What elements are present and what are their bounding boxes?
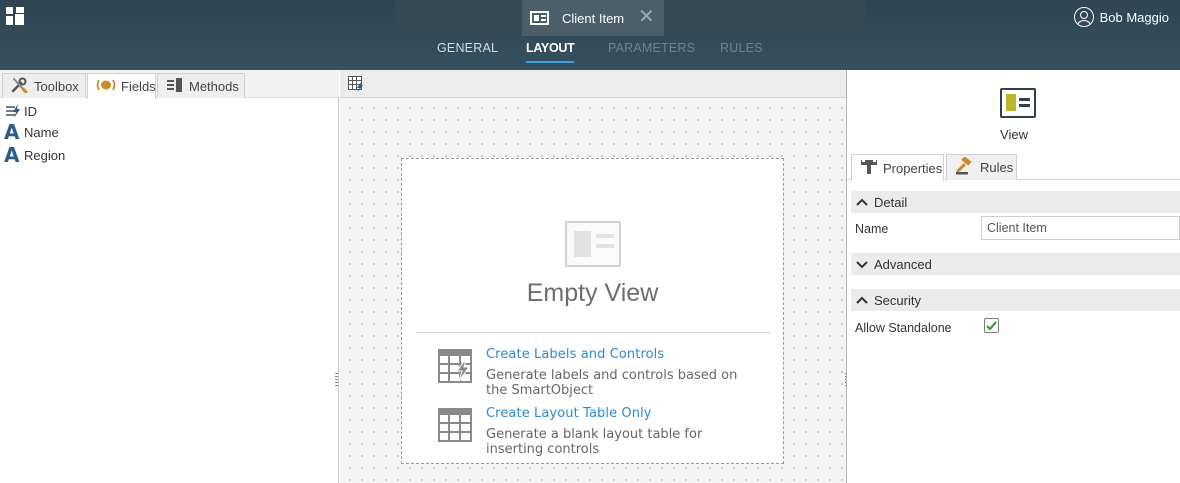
autonumber-icon bbox=[4, 103, 24, 119]
divider bbox=[416, 332, 771, 333]
properties-panel: View Properties Rules Detail Name Advanc… bbox=[846, 70, 1180, 483]
user-menu[interactable]: Bob Maggio bbox=[1073, 6, 1169, 28]
left-panel-tabs: Toolbox Fields Methods bbox=[0, 70, 339, 99]
close-icon[interactable]: ✕ bbox=[638, 7, 655, 27]
tab-methods[interactable]: Methods bbox=[157, 73, 245, 98]
panel-resize-handle[interactable] bbox=[335, 373, 338, 387]
left-panel: Toolbox Fields Methods ID A Name A Regio… bbox=[0, 70, 339, 483]
section-security[interactable]: Security bbox=[851, 289, 1180, 311]
create-layout-table-link[interactable]: Create Layout Table Only bbox=[486, 406, 652, 421]
tab-properties[interactable]: Properties bbox=[851, 154, 944, 181]
checkmark-icon bbox=[986, 321, 997, 331]
option-description: Generate a blank layout table for insert… bbox=[486, 427, 703, 457]
layout-table-icon[interactable] bbox=[348, 76, 364, 95]
allow-standalone-checkbox[interactable] bbox=[984, 318, 999, 333]
view-type-icon bbox=[1000, 88, 1036, 118]
allow-standalone-label: Allow Standalone bbox=[855, 321, 952, 335]
empty-view-card: Empty View Create Labels and Controls Ge… bbox=[401, 158, 784, 464]
top-bar: Client Item ✕ Bob Maggio GENERAL LAYOUT … bbox=[0, 0, 1180, 70]
name-field[interactable] bbox=[981, 216, 1180, 240]
section-detail-label: Detail bbox=[874, 194, 908, 210]
table-grid-icon bbox=[438, 408, 472, 442]
field-label: Name bbox=[24, 124, 59, 140]
create-labels-and-controls-option[interactable]: Create Labels and Controls Generate labe… bbox=[438, 347, 768, 398]
create-layout-table-option[interactable]: Create Layout Table Only Generate a blan… bbox=[438, 406, 768, 457]
methods-icon bbox=[166, 77, 184, 96]
user-avatar-icon bbox=[1073, 7, 1094, 27]
tab-rules[interactable]: RULES bbox=[720, 41, 763, 55]
field-label: Region bbox=[24, 147, 66, 163]
tab-methods-label: Methods bbox=[189, 78, 239, 94]
section-detail[interactable]: Detail bbox=[851, 191, 1180, 213]
text-field-icon: A bbox=[4, 120, 20, 144]
document-tab-title: Client Item bbox=[562, 10, 625, 26]
option-description: Generate labels and controls based on th… bbox=[486, 368, 738, 398]
field-item-name[interactable]: A Name bbox=[4, 122, 59, 142]
table-lightning-icon bbox=[438, 349, 472, 383]
properties-panel-tabs: Properties Rules bbox=[847, 154, 1180, 181]
tab-rules-panel-label: Rules bbox=[980, 160, 1014, 175]
section-advanced[interactable]: Advanced bbox=[851, 253, 1180, 275]
view-icon bbox=[530, 11, 549, 25]
wrench-screwdriver-icon bbox=[11, 77, 29, 96]
object-type-label: View bbox=[1000, 127, 1028, 142]
field-label: ID bbox=[24, 103, 37, 119]
document-tab[interactable]: Client Item ✕ bbox=[522, 0, 664, 36]
name-property-label: Name bbox=[855, 222, 889, 236]
field-item-region[interactable]: A Region bbox=[4, 145, 65, 165]
canvas-grid[interactable]: Empty View Create Labels and Controls Ge… bbox=[340, 98, 846, 483]
tab-toolbox[interactable]: Toolbox bbox=[2, 73, 86, 98]
section-advanced-label: Advanced bbox=[874, 256, 932, 272]
tab-fields-label: Fields bbox=[121, 79, 156, 94]
tab-fields[interactable]: Fields bbox=[87, 73, 156, 99]
empty-view-title: Empty View bbox=[526, 279, 659, 307]
tab-layout[interactable]: LAYOUT bbox=[526, 41, 575, 63]
tab-parameters[interactable]: PARAMETERS bbox=[608, 41, 695, 55]
create-labels-and-controls-link[interactable]: Create Labels and Controls bbox=[486, 347, 664, 362]
chevron-up-icon bbox=[856, 198, 868, 206]
chevron-down-icon bbox=[856, 261, 868, 269]
tab-rules-panel[interactable]: Rules bbox=[946, 154, 1017, 180]
design-canvas: Empty View Create Labels and Controls Ge… bbox=[340, 70, 848, 483]
section-security-label: Security bbox=[874, 292, 921, 308]
chevron-up-icon bbox=[856, 296, 868, 304]
text-field-icon: A bbox=[4, 143, 20, 167]
tab-toolbox-label: Toolbox bbox=[34, 78, 79, 94]
gavel-icon bbox=[955, 156, 975, 178]
canvas-toolbar bbox=[340, 70, 846, 98]
empty-view-icon bbox=[565, 221, 621, 267]
fields-icon bbox=[96, 78, 116, 95]
properties-icon bbox=[860, 158, 878, 178]
field-item-id[interactable]: ID bbox=[4, 101, 37, 121]
app-launcher-icon[interactable] bbox=[6, 7, 24, 25]
user-name: Bob Maggio bbox=[1099, 9, 1169, 25]
tab-general[interactable]: GENERAL bbox=[437, 41, 498, 55]
tab-properties-label: Properties bbox=[883, 160, 943, 176]
